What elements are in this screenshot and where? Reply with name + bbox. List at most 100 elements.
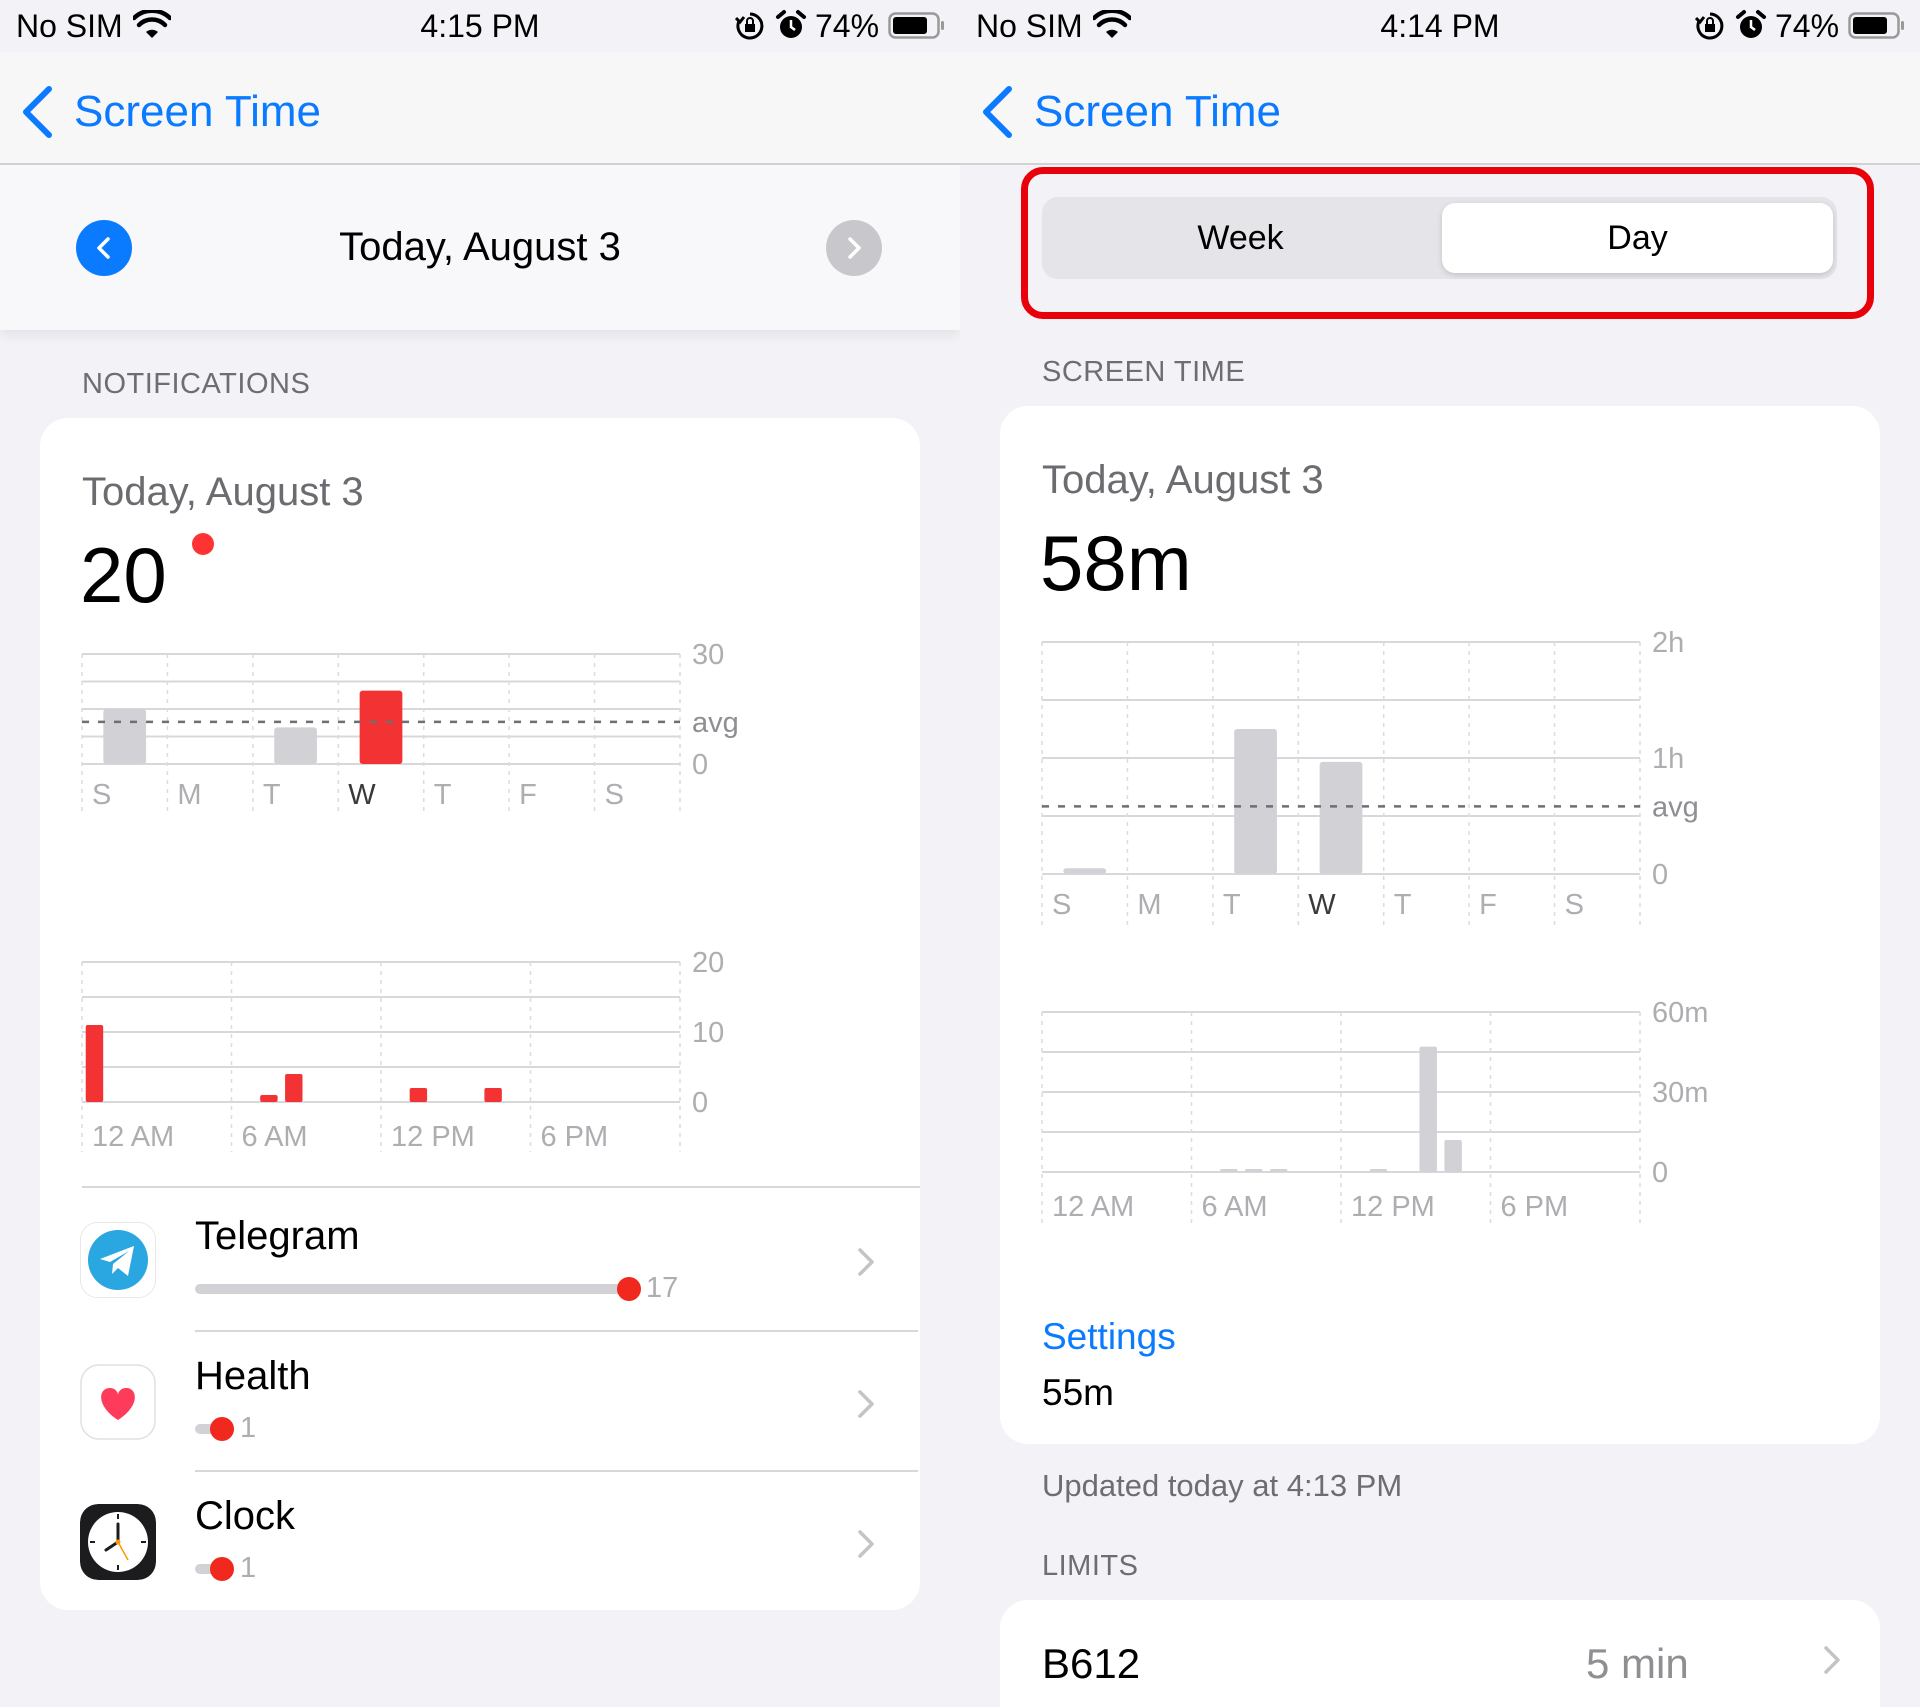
- next-day-icon: [848, 237, 861, 259]
- chart-bar: [1220, 1169, 1238, 1172]
- total-screen-time: 58m: [1040, 519, 1192, 607]
- app-row-clock[interactable]: Clock 1: [80, 1472, 918, 1612]
- back-chevron-icon: [23, 86, 52, 138]
- chart-bar: [1369, 1169, 1388, 1172]
- chevron-right-icon: [858, 1390, 874, 1418]
- x-axis-label: T: [1223, 889, 1241, 921]
- x-axis-label: T: [263, 779, 281, 811]
- chart-bar: [1245, 1169, 1263, 1172]
- x-axis-label: 12 AM: [1052, 1191, 1134, 1223]
- status-bar: No SIM 4:14 PM 74%: [960, 0, 1920, 52]
- y-axis-label: 0: [692, 749, 708, 781]
- weekly-screen-time-chart: 2h 1h avg 0 S M T W T F S: [1041, 627, 1699, 930]
- clock-icon: [80, 1504, 156, 1580]
- y-axis-label: 20: [692, 947, 724, 979]
- app-row-telegram[interactable]: Telegram 17: [80, 1192, 918, 1332]
- x-axis-label: S: [605, 779, 624, 811]
- notifications-section-label: NOTIFICATIONS: [82, 368, 311, 400]
- y-axis-label: 1h: [1652, 743, 1684, 775]
- app-usage-dot: [210, 1557, 234, 1581]
- y-axis-label: 30: [692, 639, 724, 671]
- category-value: 55m: [1042, 1372, 1114, 1413]
- notifications-screen: No SIM 4:15 PM 74% Screen Time Today, Au…: [0, 0, 960, 1707]
- battery-percent: 74%: [1775, 8, 1840, 44]
- limit-app-name: B612: [1042, 1640, 1141, 1687]
- hourly-notifications-chart: 20 10 0 12 AM 6 AM 12 PM 6 PM: [81, 947, 724, 1153]
- x-axis-label: 12 AM: [92, 1121, 174, 1153]
- y-axis-label: 2h: [1652, 627, 1684, 659]
- chart-bar: [85, 1025, 104, 1102]
- app-usage-dot: [617, 1277, 641, 1301]
- health-heart-icon: [80, 1364, 156, 1440]
- chart-bar: [1234, 729, 1277, 874]
- y-axis-label: 30m: [1652, 1077, 1708, 1109]
- status-bar: No SIM 4:15 PM 74%: [0, 0, 960, 52]
- y-axis-label: 0: [1652, 1157, 1668, 1189]
- date-navigator: Today, August 3: [0, 165, 960, 330]
- screen-time-card: Today, August 3 58m 2h 1h avg 0 S M T W T F S 60m 3…: [1000, 406, 1880, 1444]
- x-axis-label: S: [1565, 889, 1584, 921]
- date-title: Today, August 3: [339, 225, 621, 269]
- battery-icon: [1848, 12, 1904, 39]
- notification-red-dot: [192, 533, 214, 555]
- updated-timestamp: Updated today at 4:13 PM: [1042, 1468, 1403, 1503]
- orientation-lock-icon: [1695, 12, 1724, 40]
- back-button[interactable]: Screen Time: [980, 82, 1281, 142]
- screen-time-section-label: SCREEN TIME: [1042, 356, 1246, 388]
- limit-row-b612[interactable]: B612 5 min: [1000, 1600, 1880, 1707]
- navigation-bar: Screen Time: [960, 52, 1920, 165]
- app-count: 17: [646, 1272, 679, 1304]
- back-button[interactable]: Screen Time: [20, 82, 321, 142]
- x-axis-label: M: [177, 779, 201, 811]
- x-axis-label: F: [1479, 889, 1497, 921]
- y-axis-label: 60m: [1652, 997, 1708, 1029]
- battery-percent: 74%: [815, 8, 880, 44]
- x-axis-label: S: [92, 779, 111, 811]
- back-label: Screen Time: [1034, 87, 1281, 136]
- chevron-right-icon: [858, 1530, 874, 1558]
- navigation-bar: Screen Time: [0, 52, 960, 165]
- y-axis-label: 10: [692, 1017, 724, 1049]
- x-axis-label: T: [434, 779, 452, 811]
- x-axis-label: W: [1308, 889, 1336, 921]
- chart-bar: [1269, 1169, 1288, 1172]
- app-count: 1: [240, 1552, 257, 1584]
- app-count: 1: [240, 1412, 257, 1444]
- chart-bar: [285, 1074, 303, 1102]
- weekly-notifications-chart: 30 avg 0 S M T W T F S: [81, 639, 739, 814]
- next-day-button[interactable]: [826, 220, 882, 276]
- chart-bar: [1063, 868, 1107, 874]
- x-axis-label: T: [1394, 889, 1412, 921]
- chart-bar: [359, 690, 403, 764]
- back-chevron-icon: [983, 86, 1012, 138]
- limit-duration: 5 min: [1586, 1640, 1689, 1687]
- chart-bar: [484, 1088, 502, 1102]
- alarm-icon: [1736, 10, 1766, 38]
- chevron-right-icon: [858, 1248, 874, 1276]
- card-date: Today, August 3: [1042, 458, 1324, 502]
- orientation-lock-icon: [735, 12, 764, 40]
- chart-bar: [274, 727, 317, 764]
- chart-bar: [409, 1088, 428, 1102]
- y-axis-label: avg: [692, 707, 739, 739]
- app-usage-dot: [210, 1417, 234, 1441]
- telegram-icon: [80, 1222, 156, 1298]
- y-axis-label: 0: [692, 1087, 708, 1119]
- y-axis-label: avg: [1652, 791, 1699, 823]
- chart-bar: [260, 1095, 278, 1102]
- x-axis-label: 6 PM: [541, 1121, 609, 1153]
- chart-bar: [1319, 761, 1363, 874]
- limits-section-label: LIMITS: [1042, 1550, 1139, 1582]
- chevron-right-icon: [1824, 1646, 1840, 1674]
- notification-count: 20: [80, 531, 167, 619]
- x-axis-label: S: [1052, 889, 1071, 921]
- x-axis-label: F: [519, 779, 537, 811]
- app-name: Health: [195, 1354, 311, 1398]
- app-name: Telegram: [195, 1214, 360, 1258]
- back-label: Screen Time: [74, 87, 321, 136]
- battery-icon: [888, 12, 944, 39]
- app-row-health[interactable]: Health 1: [80, 1332, 918, 1472]
- category-settings-link[interactable]: Settings: [1042, 1316, 1176, 1358]
- chart-bar: [1419, 1046, 1437, 1172]
- chart-bar: [103, 709, 147, 764]
